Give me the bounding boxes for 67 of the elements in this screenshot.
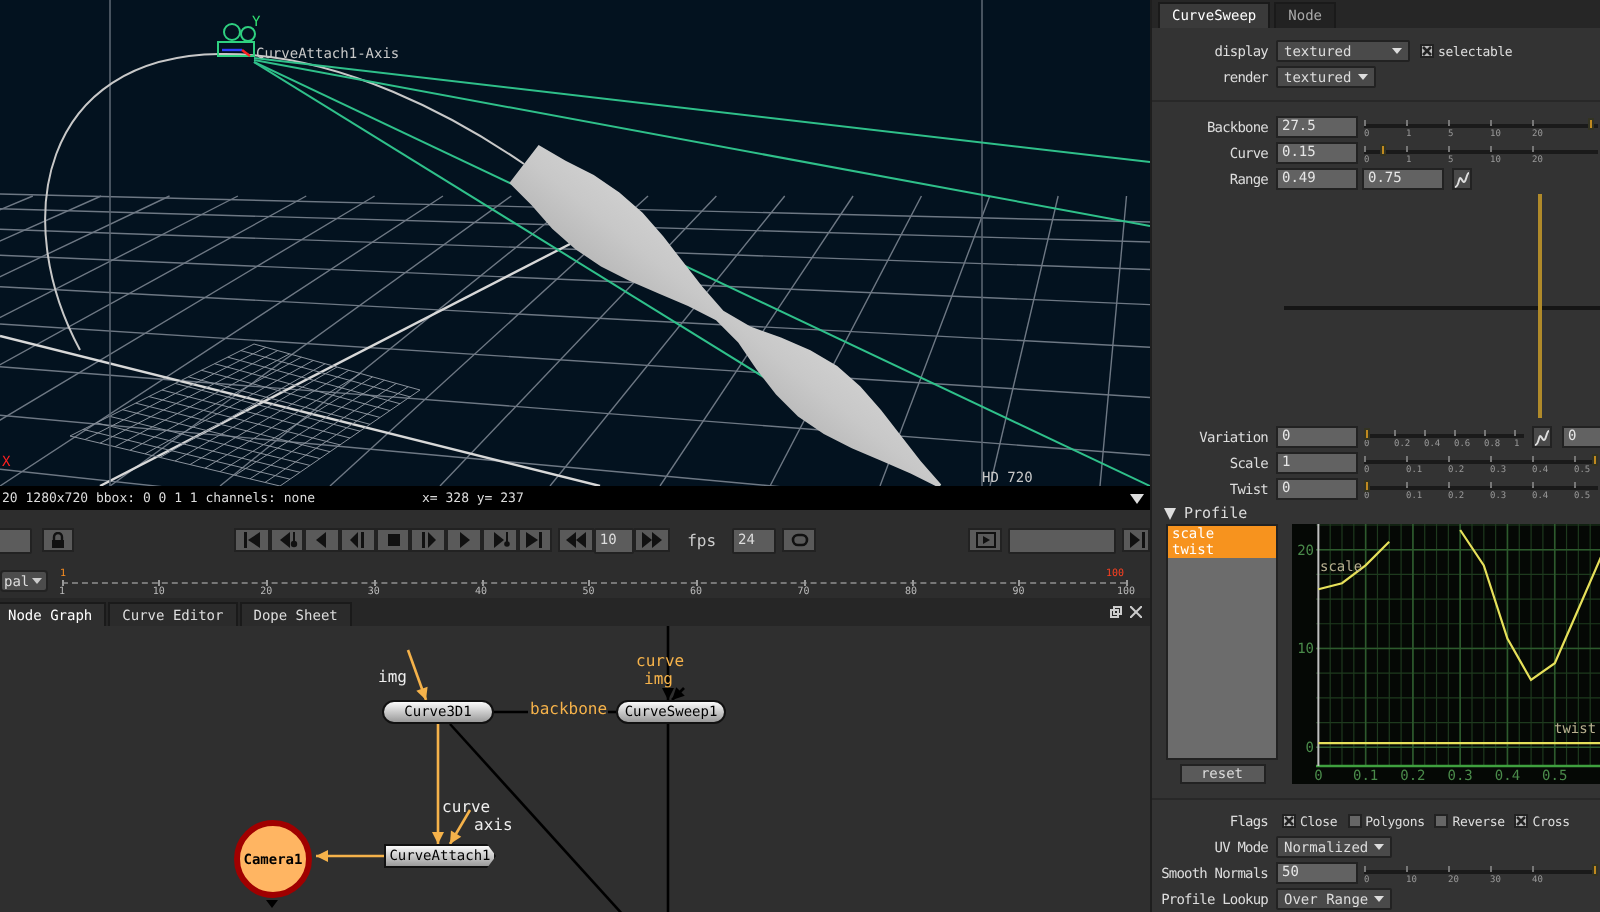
lock-button[interactable] [42, 528, 74, 552]
curve-icon [1454, 171, 1470, 187]
float-icon [1110, 606, 1122, 618]
previous-key-icon [277, 532, 298, 548]
output-arrow-icon [266, 900, 278, 908]
caret-icon [1374, 844, 1385, 850]
fast-forward-button[interactable] [633, 527, 670, 551]
previous-key-button[interactable] [269, 528, 305, 552]
input-label: img [644, 670, 673, 688]
slider-handle[interactable] [1364, 479, 1370, 491]
step-back-button[interactable] [340, 528, 376, 552]
close-icon [1130, 606, 1142, 618]
lock-icon [48, 532, 68, 548]
step-back-icon [347, 532, 368, 548]
edge-line [494, 710, 528, 714]
checkbox[interactable] [1420, 44, 1434, 58]
fast-forward-icon [641, 531, 662, 547]
checkbox[interactable] [1282, 814, 1296, 828]
skip-back-button[interactable] [234, 528, 270, 552]
slider-handle[interactable] [1587, 117, 1594, 129]
caret-icon [32, 578, 42, 584]
next-key-button[interactable] [481, 528, 517, 552]
checkbox[interactable] [1514, 814, 1529, 828]
edge-arrow [432, 724, 444, 844]
slider-handle[interactable] [1364, 427, 1370, 439]
step-forward-icon [418, 532, 439, 548]
edge-arrow [406, 649, 428, 701]
rewind-button[interactable] [558, 527, 594, 551]
slider-handle[interactable] [1592, 863, 1598, 875]
dropdown-arrow-icon [1130, 493, 1144, 503]
input-label: curve [636, 652, 685, 670]
caret-icon [1374, 896, 1385, 902]
loop-icon [789, 532, 810, 548]
caret-icon [1392, 48, 1402, 54]
caret-icon [1357, 74, 1368, 80]
loop-button[interactable] [782, 528, 817, 552]
input-label: backbone [530, 700, 608, 718]
slider-handle[interactable] [1592, 453, 1598, 465]
curve-button[interactable] [1452, 168, 1472, 190]
input-label: axis [474, 816, 513, 834]
rewind-icon [566, 531, 587, 547]
stop-button[interactable] [375, 528, 411, 552]
stop-icon [383, 532, 404, 548]
next-button[interactable] [1122, 528, 1150, 552]
input-label: img [378, 668, 407, 686]
checkbox[interactable] [1434, 814, 1449, 828]
edge-arrow [448, 809, 472, 845]
skip-forward-icon [524, 532, 545, 548]
curve-button[interactable] [1532, 426, 1552, 448]
frame-field[interactable] [0, 527, 32, 553]
skip-back-icon [241, 532, 262, 548]
edge-arrow [316, 850, 384, 862]
curve-icon [1534, 429, 1550, 445]
slider-handle[interactable] [1379, 143, 1386, 155]
input-label: curve [442, 798, 491, 816]
play-backward-button[interactable] [304, 528, 341, 552]
camera-icon [217, 23, 256, 57]
checkbox[interactable] [1347, 814, 1362, 828]
play-box-icon [975, 532, 995, 548]
step-forward-button[interactable] [410, 528, 447, 552]
play-button[interactable] [446, 528, 482, 552]
frame-range-field[interactable] [1008, 527, 1116, 553]
fps-label: fps [687, 531, 717, 549]
step-icon [1126, 532, 1146, 548]
next-key-icon [489, 532, 510, 548]
skip-forward-button[interactable] [517, 528, 553, 552]
viewer-play-button[interactable] [968, 528, 1002, 552]
